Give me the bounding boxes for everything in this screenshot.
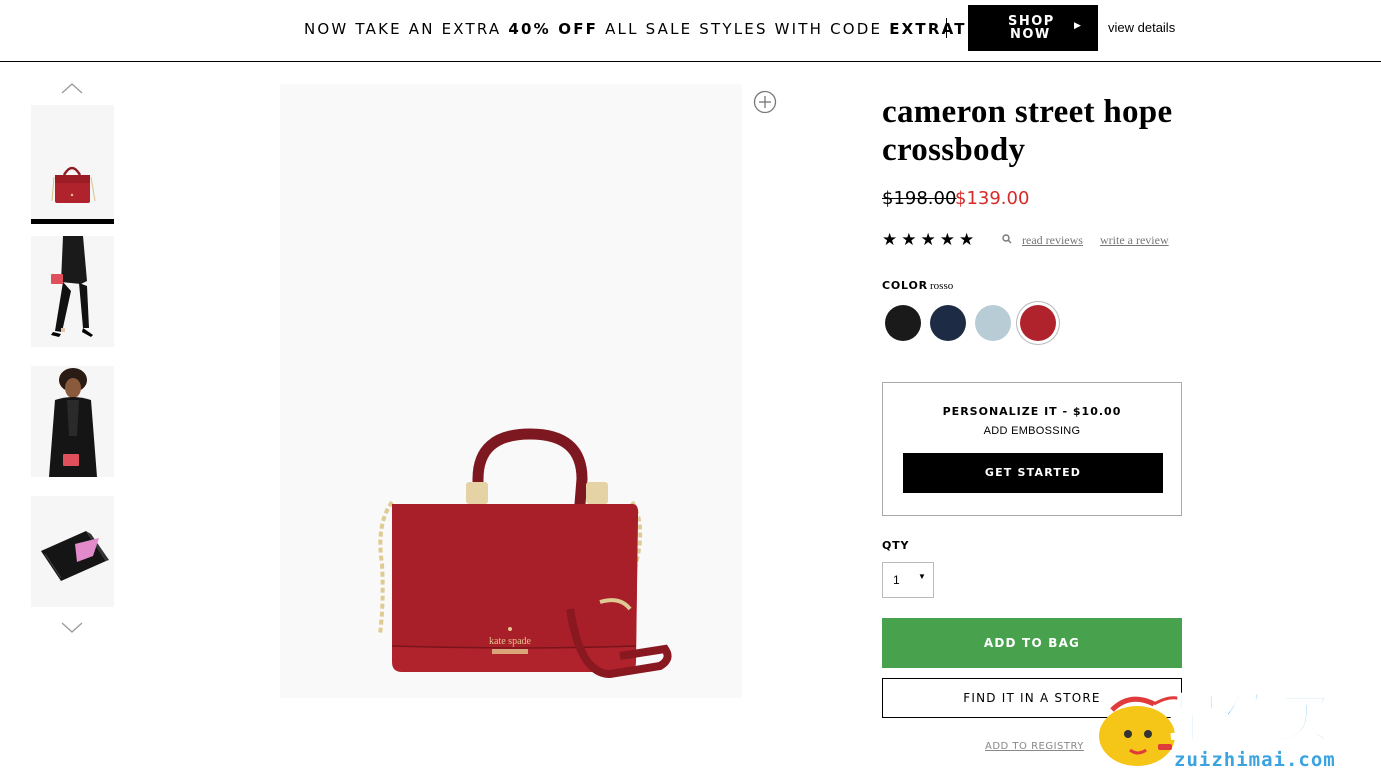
qty-value: 1 xyxy=(893,573,900,587)
product-title: cameron street hope crossbody xyxy=(882,94,1173,168)
thumbnail-2[interactable] xyxy=(31,236,114,347)
swatch-light-blue[interactable] xyxy=(975,305,1011,341)
bag-logo-text: kate spade xyxy=(489,636,531,647)
swatch-black[interactable] xyxy=(885,305,921,341)
price-sale: $139.00 xyxy=(955,188,1030,209)
play-arrow-icon: ▶ xyxy=(1074,21,1083,31)
shop-now-label-2: NOW xyxy=(1010,27,1051,42)
thumbnail-4[interactable] xyxy=(31,496,114,607)
qty-label: QTY xyxy=(882,539,910,552)
color-label: COLOR xyxy=(882,279,928,292)
read-reviews-link[interactable]: read reviews xyxy=(1022,233,1083,248)
add-to-bag-button[interactable]: ADD TO BAG xyxy=(882,618,1182,668)
write-review-link[interactable]: write a review xyxy=(1100,233,1169,248)
watermark-text: 最值买 xyxy=(1169,690,1333,750)
personalize-panel: PERSONALIZE IT - $10.00 ADD EMBOSSING GE… xyxy=(882,382,1182,516)
watermark-url: zuizhimai.com xyxy=(1174,749,1336,771)
chevron-up-icon[interactable] xyxy=(61,82,83,94)
promo-text: NOW TAKE AN EXTRA 40% OFF ALL SALE STYLE… xyxy=(304,20,1018,38)
rating-stars: ★★★★★ xyxy=(882,230,979,249)
swatch-rosso[interactable] xyxy=(1020,305,1056,341)
main-product-image[interactable]: kate spade xyxy=(280,84,742,698)
magnifier-icon xyxy=(1002,234,1012,244)
thumbnail-3[interactable] xyxy=(31,366,114,477)
chevron-down-icon[interactable] xyxy=(61,622,83,634)
caret-down-icon: ▼ xyxy=(918,572,926,581)
thumbnail-model-portrait xyxy=(49,368,97,477)
personalize-title: PERSONALIZE IT - $10.00 xyxy=(942,405,1122,418)
view-details-link[interactable]: view details xyxy=(1108,20,1175,35)
zoom-in-icon[interactable] xyxy=(753,90,777,114)
thumbnail-model-walking xyxy=(51,236,93,337)
thumbnail-bag-interior xyxy=(41,531,109,581)
price-original: $198.00 xyxy=(882,188,957,209)
promo-divider xyxy=(946,18,947,38)
personalize-subtitle: ADD EMBOSSING xyxy=(983,425,1081,437)
color-selected-value: rosso xyxy=(930,280,954,292)
product-photo-bag: kate spade xyxy=(378,428,672,679)
promo-banner: NOW TAKE AN EXTRA 40% OFF ALL SALE STYLE… xyxy=(0,0,1381,62)
get-started-button[interactable]: GET STARTED xyxy=(903,453,1163,493)
qty-select[interactable]: 1 xyxy=(882,562,934,598)
shop-now-button[interactable]: SHOP NOW ▶ xyxy=(968,5,1098,51)
swatch-navy[interactable] xyxy=(930,305,966,341)
thumbnail-bag-front xyxy=(51,166,96,203)
thumbnail-1[interactable] xyxy=(31,105,114,224)
add-to-registry-link[interactable]: ADD TO REGISTRY xyxy=(985,741,1084,752)
